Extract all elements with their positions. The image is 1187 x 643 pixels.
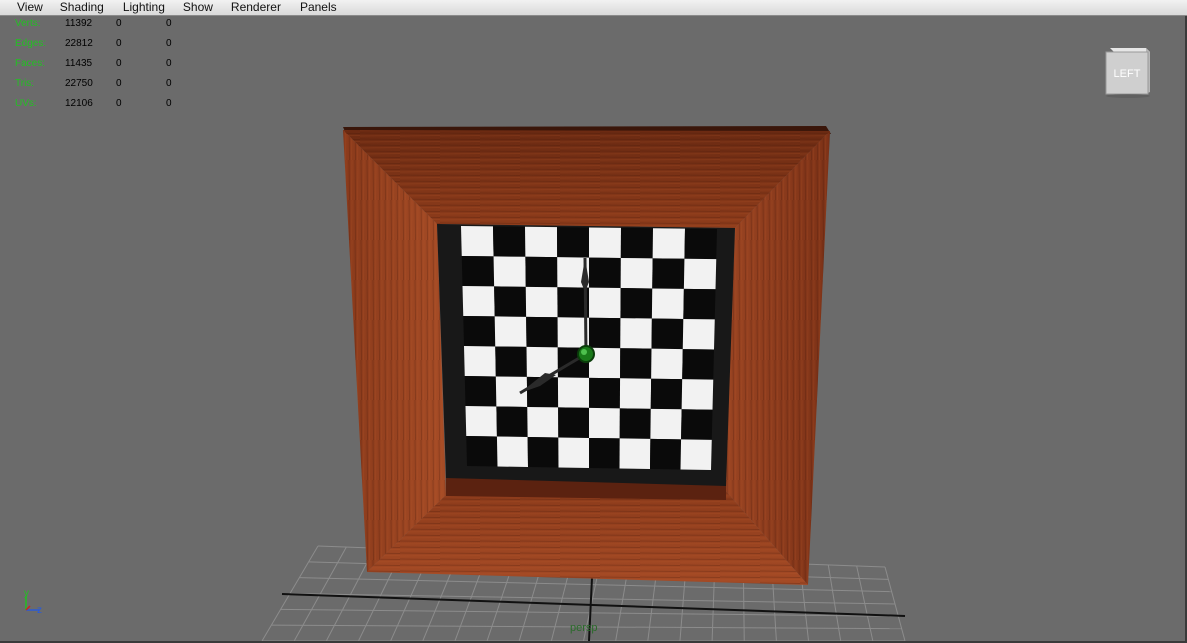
checker-cell <box>496 406 528 437</box>
checker-cell <box>493 226 526 257</box>
hud-selected-2: 0 <box>166 38 172 49</box>
checker-cell <box>682 349 714 380</box>
hud-row-verts: Verts: 11392 0 0 <box>0 18 200 32</box>
hud-label: Tris: <box>15 78 35 89</box>
checker-cell <box>462 286 495 317</box>
checker-cell <box>525 226 558 258</box>
hud-label: UVs: <box>15 98 37 109</box>
hud-total: 22812 <box>65 38 93 49</box>
checker-cell <box>463 316 496 347</box>
checker-cell <box>465 406 497 437</box>
checker-cell <box>651 318 684 350</box>
checker-cell <box>683 288 716 320</box>
checker-cell <box>525 286 558 318</box>
hud-selected-2: 0 <box>166 18 172 29</box>
menu-show[interactable]: Show <box>183 0 213 15</box>
menu-shading[interactable]: Shading <box>60 0 104 15</box>
checker-cell <box>682 318 715 350</box>
checker-cell <box>495 346 527 377</box>
axis-indicator-icon: y z <box>14 586 54 620</box>
hud-label: Edges: <box>15 38 47 49</box>
viewcube-icon[interactable]: LEFT <box>1104 44 1152 98</box>
checker-cell <box>652 228 685 259</box>
checker-cell <box>680 439 712 470</box>
menu-panels[interactable]: Panels <box>300 0 337 15</box>
hud-selected: 0 <box>116 38 122 49</box>
checker-cell <box>681 379 714 410</box>
checker-cell <box>464 376 497 407</box>
axis-y-label: y <box>24 588 29 599</box>
checker-cell <box>619 438 651 469</box>
checker-cell <box>527 436 559 468</box>
hud-selected-2: 0 <box>166 58 172 69</box>
checker-cell <box>589 407 620 439</box>
checker-cell <box>494 316 527 347</box>
checker-cell <box>589 287 621 319</box>
panel-menubar: View Shading Lighting Show Renderer Pane… <box>0 0 1187 16</box>
menu-lighting[interactable]: Lighting <box>123 0 165 15</box>
checker-cell <box>620 348 652 379</box>
checker-cell <box>619 408 651 439</box>
camera-name-label: persp <box>570 622 598 634</box>
checker-cell <box>651 348 683 380</box>
menu-view[interactable]: View <box>17 0 43 15</box>
checker-cell <box>589 257 621 289</box>
checker-cell <box>493 256 526 287</box>
checker-cell <box>650 438 682 470</box>
checker-cell <box>620 227 653 259</box>
hud-total: 12106 <box>65 98 93 109</box>
checker-cell <box>651 288 684 319</box>
hud-row-edges: Edges: 22812 0 0 <box>0 38 200 52</box>
menu-renderer[interactable]: Renderer <box>231 0 281 15</box>
checker-cell <box>589 377 621 409</box>
checker-cell <box>527 406 559 438</box>
checker-cell <box>461 256 495 287</box>
checker-cell <box>620 288 653 319</box>
checker-cell <box>652 258 685 289</box>
hud-label: Faces: <box>15 58 46 69</box>
hud-total: 22750 <box>65 78 93 89</box>
hud-selected-2: 0 <box>166 78 172 89</box>
checker-cell <box>557 377 589 408</box>
checker-cell <box>494 286 527 317</box>
hud-total: 11435 <box>65 58 93 69</box>
checker-cell <box>683 258 717 290</box>
viewcube-face-label: LEFT <box>1114 68 1141 80</box>
hud-row-uvs: UVs: 12106 0 0 <box>0 98 200 112</box>
checker-cell <box>589 227 621 258</box>
checker-cell <box>681 409 713 440</box>
checker-cell <box>589 437 620 469</box>
checker-cell <box>620 257 653 289</box>
hud-selected: 0 <box>116 58 122 69</box>
checker-cell <box>684 228 717 260</box>
checker-cell <box>526 316 558 348</box>
hud-selected: 0 <box>116 78 122 89</box>
hud-row-tris: Tris: 22750 0 0 <box>0 78 200 92</box>
perspective-viewport[interactable]: Verts: 11392 0 0 Edges: 22812 0 0 Faces:… <box>0 16 1187 643</box>
checker-cell <box>525 256 558 288</box>
checker-cell <box>558 437 589 468</box>
checker-cell <box>496 436 528 467</box>
checker-cell <box>619 378 652 409</box>
checker-cell <box>650 408 682 440</box>
hud-label: Verts: <box>15 18 41 29</box>
checker-cell <box>464 346 496 377</box>
checker-cell <box>558 407 589 438</box>
poly-count-hud: Verts: 11392 0 0 Edges: 22812 0 0 Faces:… <box>0 16 200 126</box>
checker-cell <box>557 227 589 258</box>
hud-total: 11392 <box>65 18 93 29</box>
checker-cell <box>461 226 494 257</box>
hud-selected: 0 <box>116 98 122 109</box>
axis-z-label: z <box>37 605 42 616</box>
checker-cell <box>620 318 652 349</box>
hud-selected-2: 0 <box>166 98 172 109</box>
hud-row-faces: Faces: 11435 0 0 <box>0 58 200 72</box>
hud-selected: 0 <box>116 18 122 29</box>
checker-cell <box>650 378 683 410</box>
checker-cell <box>589 317 621 349</box>
checker-cell <box>466 436 498 467</box>
